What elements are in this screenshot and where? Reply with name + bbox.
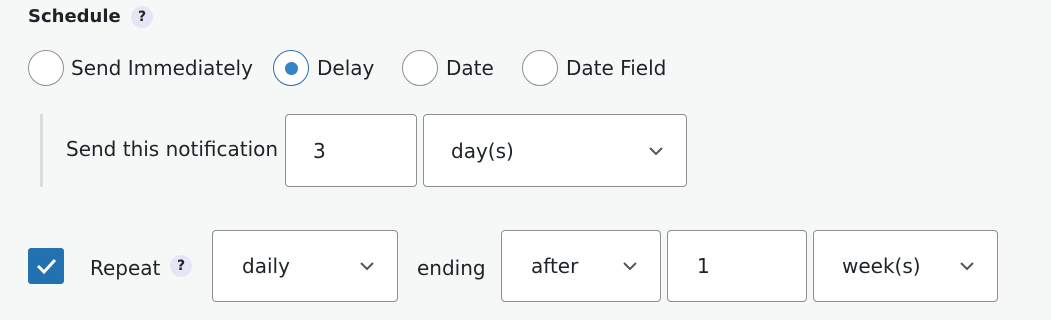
ending-mode-value: after (531, 254, 579, 278)
radio-send-immediately-label[interactable]: Send Immediately (71, 56, 253, 80)
chevron-down-icon (960, 262, 974, 271)
radio-send-immediately[interactable] (28, 50, 64, 86)
chevron-down-icon (360, 262, 374, 271)
delay-unit-value: day(s) (451, 138, 514, 163)
repeat-label[interactable]: Repeat (90, 256, 160, 280)
ending-label: ending (417, 256, 486, 280)
ending-amount-value: 1 (697, 254, 710, 278)
radio-delay-dot (285, 62, 298, 75)
ending-unit-value: week(s) (842, 254, 921, 278)
ending-mode-select[interactable]: after (501, 230, 661, 302)
checkmark-icon (36, 258, 57, 275)
radio-date-field-label[interactable]: Date Field (566, 56, 666, 80)
repeat-checkbox[interactable] (28, 248, 64, 284)
schedule-heading: Schedule (28, 6, 121, 27)
repeat-frequency-value: daily (242, 254, 290, 278)
repeat-frequency-select[interactable]: daily (212, 230, 398, 302)
delay-amount-value: 3 (313, 138, 326, 163)
ending-amount-input[interactable]: 1 (667, 230, 807, 302)
chevron-down-icon (649, 146, 663, 155)
radio-delay-label[interactable]: Delay (317, 56, 374, 80)
chevron-down-icon (623, 262, 637, 271)
delay-unit-select[interactable]: day(s) (423, 114, 687, 187)
repeat-help-icon[interactable]: ? (170, 255, 192, 277)
radio-date-field[interactable] (522, 50, 558, 86)
radio-delay[interactable] (273, 50, 309, 86)
delay-section-bar (40, 114, 43, 187)
radio-date[interactable] (402, 50, 438, 86)
delay-amount-input[interactable]: 3 (285, 114, 417, 187)
delay-label: Send this notification (66, 137, 279, 161)
radio-date-label[interactable]: Date (446, 56, 494, 80)
schedule-help-icon[interactable]: ? (131, 6, 153, 28)
ending-unit-select[interactable]: week(s) (813, 230, 998, 302)
